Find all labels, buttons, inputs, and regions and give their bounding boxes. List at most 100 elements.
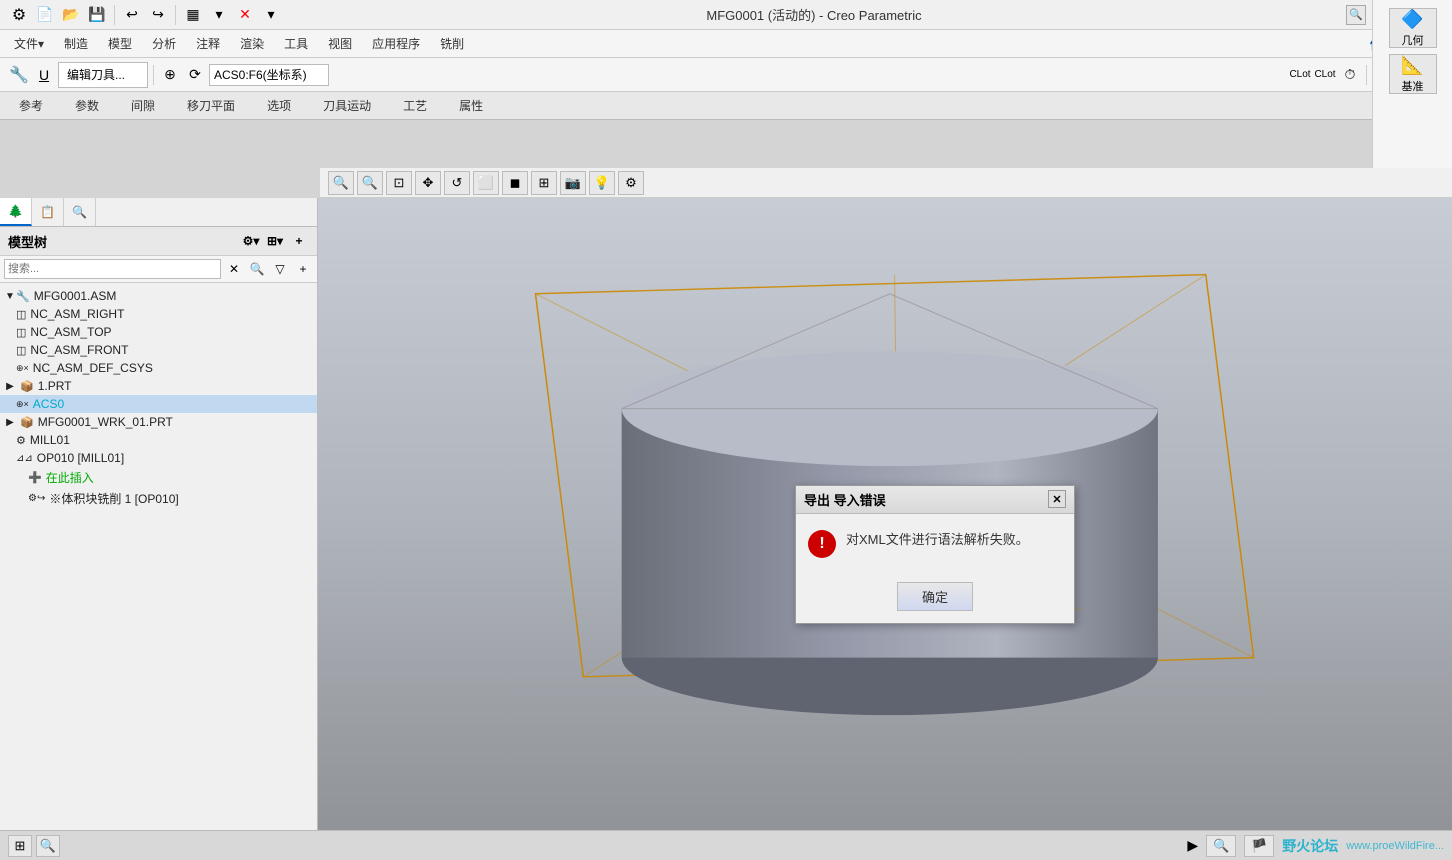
- menu-model[interactable]: 模型: [98, 31, 142, 56]
- tab-tool-motion[interactable]: 刀具运动: [308, 92, 386, 119]
- tree-item-1prt[interactable]: ▶ 📦 1.PRT: [0, 377, 317, 395]
- new-btn[interactable]: 📄: [34, 4, 56, 26]
- tab-ref[interactable]: 参考: [4, 92, 58, 119]
- u-icon[interactable]: U: [33, 64, 55, 86]
- tree-item-volmill[interactable]: ⚙↪ ※体积块铣削 1 [OP010]: [0, 488, 317, 509]
- status-flag-btn[interactable]: 🏴: [1244, 835, 1274, 857]
- tree-columns-icon[interactable]: ⊞▾: [265, 231, 285, 251]
- tab-retract[interactable]: 移刀平面: [172, 92, 250, 119]
- menu-analysis[interactable]: 分析: [142, 31, 186, 56]
- camera-btn[interactable]: 📷: [560, 171, 586, 195]
- light-btn[interactable]: 💡: [589, 171, 615, 195]
- menu-annotation[interactable]: 注释: [186, 31, 230, 56]
- rotate-btn[interactable]: ↺: [444, 171, 470, 195]
- sep2: [175, 5, 176, 25]
- tab-props[interactable]: 属性: [444, 92, 498, 119]
- undo-btn[interactable]: ↩: [121, 4, 143, 26]
- speed-icon[interactable]: ⏱: [1339, 64, 1361, 86]
- menu-apps[interactable]: 应用程序: [362, 31, 430, 56]
- left-panel: 🌲 📋 🔍 模型树 ⚙▾ ⊞▾ + ✕ 🔍 ▽ + ▼ 🔧 MFG0001: [0, 198, 318, 830]
- dialog-close-btn[interactable]: ✕: [1048, 490, 1066, 508]
- tree-item-defcsys[interactable]: ⊕× NC_ASM_DEF_CSYS: [0, 359, 317, 377]
- status-find-btn[interactable]: 🔍: [1206, 835, 1236, 857]
- tree-label-top: NC_ASM_TOP: [30, 325, 111, 339]
- zoom-out-btn[interactable]: 🔍: [357, 171, 383, 195]
- shaded-btn[interactable]: ◼: [502, 171, 528, 195]
- status-grid-btn[interactable]: ⊞: [8, 835, 32, 857]
- clot2-icon[interactable]: CLot: [1314, 64, 1336, 86]
- redo-btn[interactable]: ↪: [147, 4, 169, 26]
- tree-search-close[interactable]: ✕: [224, 259, 244, 279]
- search-btn[interactable]: 🔍: [1346, 5, 1366, 25]
- tree-item-acs0[interactable]: ⊕× ACS0: [0, 395, 317, 413]
- save-btn[interactable]: 💾: [86, 4, 108, 26]
- lp-tab-tree[interactable]: 🌲: [0, 198, 32, 226]
- menu-mill[interactable]: 铣削: [430, 31, 474, 56]
- statusbar: ⊞ 🔍 ▶ 🔍 🏴 野火论坛 www.proeWildFire...: [0, 830, 1452, 860]
- tree-settings-icon[interactable]: ⚙▾: [241, 231, 261, 251]
- coord-icon[interactable]: ⊕: [159, 64, 181, 86]
- tree-expand-icon[interactable]: +: [293, 259, 313, 279]
- window-title: MFG0001 (活动的) - Creo Parametric: [706, 5, 921, 24]
- tree-label-op010: OP010 [MILL01]: [37, 451, 124, 465]
- tree-item-top[interactable]: ◫ NC_ASM_TOP: [0, 323, 317, 341]
- lp-tab-layers[interactable]: 📋: [32, 198, 64, 226]
- close-x-btn[interactable]: ✕: [234, 4, 256, 26]
- model-tree-title: 模型树: [8, 232, 47, 251]
- menu-view[interactable]: 视图: [318, 31, 362, 56]
- play-btn[interactable]: ▶: [1187, 837, 1198, 854]
- tree-search-input[interactable]: [4, 259, 221, 279]
- viewport[interactable]: ACS0 RHiAGMYBIDFDE...: [318, 198, 1452, 830]
- view-btn[interactable]: ▦: [182, 4, 204, 26]
- root-expand[interactable]: ▼: [4, 291, 16, 302]
- pan-btn[interactable]: ✥: [415, 171, 441, 195]
- menu-tools[interactable]: 工具: [274, 31, 318, 56]
- tool-icon[interactable]: 🔧: [8, 64, 30, 86]
- datum-btn[interactable]: 📐 基准: [1389, 54, 1437, 94]
- tab-params[interactable]: 参数: [60, 92, 114, 119]
- wireframe-btn[interactable]: ⬜: [473, 171, 499, 195]
- wrk-expand[interactable]: ▶: [4, 417, 16, 428]
- tree-label-mill01: MILL01: [30, 433, 70, 447]
- tree-root[interactable]: ▼ 🔧 MFG0001.ASM: [0, 287, 317, 305]
- dialog-ok-btn[interactable]: 确定: [897, 582, 973, 611]
- coord-icon2[interactable]: ⟳: [184, 64, 206, 86]
- menu-render[interactable]: 渲染: [230, 31, 274, 56]
- zoom-in-btn[interactable]: 🔍: [328, 171, 354, 195]
- tree-item-insert[interactable]: ➕ 在此插入: [0, 467, 317, 488]
- tree-label-front: NC_ASM_FRONT: [30, 343, 128, 357]
- more-btn[interactable]: ▾: [208, 4, 230, 26]
- tree-item-right[interactable]: ◫ NC_ASM_RIGHT: [0, 305, 317, 323]
- view-btn2[interactable]: ⊞: [531, 171, 557, 195]
- status-zoom-btn[interactable]: 🔍: [36, 835, 60, 857]
- tree-item-op010[interactable]: ⊿⊿ OP010 [MILL01]: [0, 449, 317, 467]
- zoom-fit-btn[interactable]: ⊡: [386, 171, 412, 195]
- tree-item-wrk[interactable]: ▶ 📦 MFG0001_WRK_01.PRT: [0, 413, 317, 431]
- title-bar: ⚙ 📄 📂 💾 ↩ ↪ ▦ ▾ ✕ ▾ MFG0001 (活动的) - Creo…: [0, 0, 1452, 30]
- tree-item-front[interactable]: ◫ NC_ASM_FRONT: [0, 341, 317, 359]
- dialog-titlebar: 导出 导入错误 ✕: [796, 486, 1074, 514]
- toolbar2: 🔧 U 编辑刀具... ⊕ ⟳ CLot CLot ⏱ ⏸ ✓ ✕: [0, 58, 1452, 92]
- tab-clearance[interactable]: 间隙: [116, 92, 170, 119]
- 1prt-expand[interactable]: ▶: [4, 381, 16, 392]
- menu-file[interactable]: 文件▾: [4, 31, 54, 56]
- tree-add-icon[interactable]: +: [289, 231, 309, 251]
- open-btn[interactable]: 📂: [60, 4, 82, 26]
- app-icon[interactable]: ⚙: [8, 4, 30, 26]
- toolbar-dropdown[interactable]: ▾: [260, 4, 282, 26]
- settings-btn[interactable]: ⚙: [618, 171, 644, 195]
- tree-filter-icon[interactable]: ▽: [270, 259, 290, 279]
- tool-group: 🔧 U 编辑刀具... ⊕ ⟳: [8, 62, 329, 88]
- status-right: ▶ 🔍 🏴 野火论坛 www.proeWildFire...: [1187, 835, 1444, 857]
- menu-manufacture[interactable]: 制造: [54, 31, 98, 56]
- tab-process[interactable]: 工艺: [388, 92, 442, 119]
- edit-tool-btn[interactable]: 编辑刀具...: [58, 62, 148, 88]
- clot-icon[interactable]: CLot: [1289, 64, 1311, 86]
- tab-options[interactable]: 选项: [252, 92, 306, 119]
- tree-item-mill01[interactable]: ⚙ MILL01: [0, 431, 317, 449]
- title-left-icons: ⚙ 📄 📂 💾 ↩ ↪ ▦ ▾ ✕ ▾: [8, 4, 282, 26]
- coord-input[interactable]: [209, 64, 329, 86]
- geometry-btn[interactable]: 🔷 几何: [1389, 8, 1437, 48]
- lp-tab-search[interactable]: 🔍: [64, 198, 96, 226]
- tree-find-icon[interactable]: 🔍: [247, 259, 267, 279]
